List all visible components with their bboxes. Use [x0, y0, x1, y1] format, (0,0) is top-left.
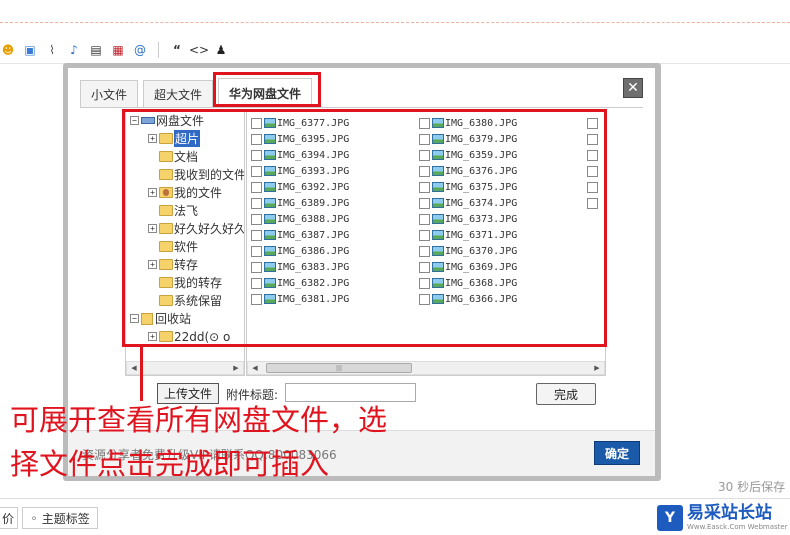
- tab-large-file[interactable]: 超大文件: [143, 80, 214, 108]
- site-logo: Y 易采站长站 Www.Easck.Com Webmaster: [655, 500, 790, 535]
- autosave-status: 30 秒后保存: [718, 480, 786, 494]
- annotation-text: 可展开查看所有网盘文件，选 择文件点击完成即可插入: [10, 398, 510, 486]
- qq-icon[interactable]: ♟: [213, 42, 229, 58]
- topic-tag-button[interactable]: ∘ 主题标签: [22, 507, 98, 529]
- music-icon[interactable]: ♪: [66, 42, 82, 58]
- file-horizontal-scrollbar[interactable]: ◀ ▶ |||: [247, 361, 605, 375]
- left-tag-button[interactable]: 价: [0, 507, 18, 529]
- emoji-icon[interactable]: ☻: [0, 42, 16, 58]
- at-icon[interactable]: @: [132, 42, 148, 58]
- image-icon[interactable]: ▣: [22, 42, 38, 58]
- confirm-button[interactable]: 确定: [594, 441, 640, 465]
- tree-horizontal-scrollbar[interactable]: ◀ ▶: [126, 361, 244, 375]
- tab-underline: [80, 107, 643, 108]
- flash-icon[interactable]: ▦: [110, 42, 126, 58]
- annotation-list-highlight: [122, 109, 607, 347]
- editor-bottom-divider: [0, 498, 790, 499]
- tag-icon: ∘: [30, 511, 38, 525]
- annotation-line-1: 可展开查看所有网盘文件，选: [10, 403, 388, 437]
- annotation-line-2: 择文件点击完成即可插入: [10, 447, 330, 481]
- topic-tag-label: 主题标签: [41, 511, 90, 526]
- logo-text: 易采站长站: [687, 503, 772, 523]
- annotation-tab-highlight: [213, 72, 321, 107]
- logo-mark-icon: Y: [657, 504, 683, 531]
- close-icon[interactable]: ✕: [623, 78, 643, 98]
- tab-small-file[interactable]: 小文件: [80, 80, 139, 108]
- logo-subtext: Www.Easck.Com Webmaster: [687, 523, 788, 531]
- video-icon[interactable]: ▤: [88, 42, 104, 58]
- editor-top-divider: [0, 22, 790, 23]
- scroll-right-icon[interactable]: ▶: [590, 362, 604, 374]
- scroll-thumb[interactable]: |||: [266, 363, 412, 373]
- scroll-left-icon[interactable]: ◀: [127, 362, 141, 374]
- annotation-pointer-line: [140, 346, 143, 401]
- editor-toolbar: ☻ ▣ ⌇ ♪ ▤ ▦ @ “ <> ♟: [0, 36, 790, 64]
- scroll-left-icon[interactable]: ◀: [248, 362, 262, 374]
- toolbar-separator: [158, 41, 159, 58]
- done-button[interactable]: 完成: [536, 383, 596, 405]
- scroll-right-icon[interactable]: ▶: [229, 362, 243, 374]
- code-icon[interactable]: <>: [189, 42, 209, 58]
- quote-icon[interactable]: “: [169, 42, 185, 58]
- attachment-icon[interactable]: ⌇: [44, 42, 60, 58]
